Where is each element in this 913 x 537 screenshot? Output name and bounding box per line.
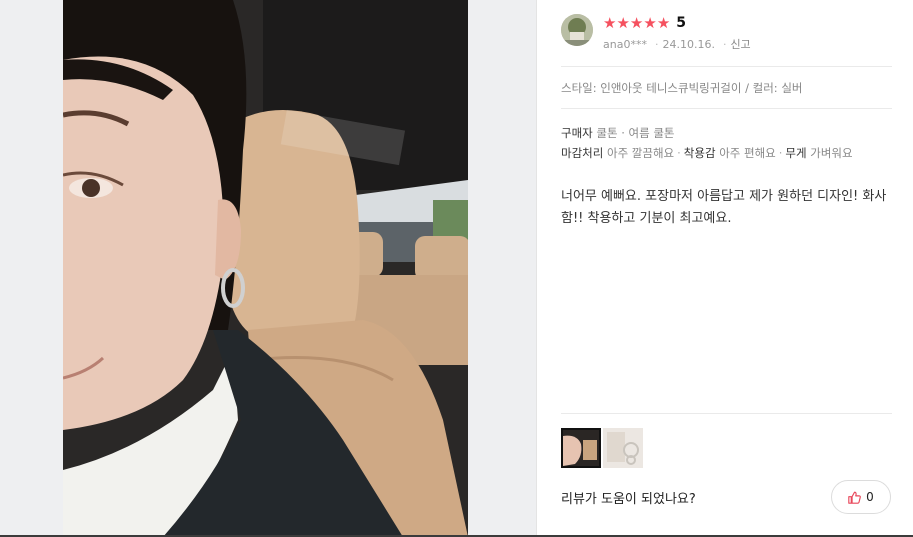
reviewer-name: ana0*** bbox=[603, 38, 647, 51]
review-meta: ana0*** · 24.10.16. · 신고 bbox=[603, 36, 755, 52]
attribute-value: 쿨톤 · 여름 쿨톤 bbox=[596, 126, 675, 140]
attribute-separator: · bbox=[677, 146, 681, 160]
attribute-name: 착용감 bbox=[683, 146, 716, 160]
star-icon: ★ bbox=[616, 14, 630, 32]
avatar-image bbox=[561, 14, 593, 46]
left-gutter bbox=[0, 0, 63, 537]
divider bbox=[561, 66, 892, 67]
review-detail-panel: ★ ★ ★ ★ ★ 5 ana0*** · 24.10.16. · 신고 스타일: 인앤… bbox=[536, 0, 913, 537]
thumbs-up-icon bbox=[848, 491, 862, 504]
divider bbox=[561, 413, 892, 414]
star-icon: ★ bbox=[629, 14, 644, 32]
review-attributes: 구매자 쿨톤 · 여름 쿨톤 마감처리 아주 깔끔해요 · 착용감 아주 편해요 · 무… bbox=[561, 123, 853, 163]
like-button[interactable]: 0 bbox=[831, 480, 891, 514]
thumbnail-image bbox=[563, 430, 599, 466]
review-date: 24.10.16. bbox=[662, 38, 715, 51]
purchased-option: 스타일: 인앤아웃 테니스큐빅링귀걸이 / 컬러: 실버 bbox=[561, 81, 803, 95]
avatar[interactable] bbox=[561, 14, 593, 46]
like-count: 0 bbox=[866, 490, 874, 504]
review-thumbnails bbox=[561, 428, 643, 468]
attribute-separator: · bbox=[778, 146, 783, 160]
star-icon: ★ bbox=[656, 14, 671, 32]
star-icon: ★ bbox=[603, 14, 617, 32]
star-icon: ★ bbox=[643, 14, 657, 32]
attribute-row: 마감처리 아주 깔끔해요 · 착용감 아주 편해요 · 무게 가벼워요 bbox=[561, 143, 853, 163]
report-link[interactable]: 신고 bbox=[730, 38, 750, 51]
review-header: ★ ★ ★ ★ ★ 5 ana0*** · 24.10.16. · 신고 bbox=[561, 14, 891, 54]
rating-score: 5 bbox=[676, 15, 687, 31]
attribute-name: 무게 bbox=[785, 146, 807, 160]
review-photo-image bbox=[63, 0, 468, 537]
attribute-value: 가벼워요 bbox=[810, 146, 853, 160]
thumbnail-image bbox=[603, 428, 643, 468]
rating-stars: ★ ★ ★ ★ ★ 5 bbox=[603, 15, 686, 31]
helpful-question: 리뷰가 도움이 되었나요? bbox=[561, 492, 696, 507]
attribute-name: 구매자 bbox=[561, 126, 593, 140]
attribute-name: 마감처리 bbox=[561, 146, 604, 160]
thumbnail-selected[interactable] bbox=[561, 428, 601, 468]
divider bbox=[561, 108, 892, 109]
attribute-row: 구매자 쿨톤 · 여름 쿨톤 bbox=[561, 123, 853, 143]
attribute-value: 아주 깔끔해요 bbox=[606, 146, 675, 160]
review-body: 너어무 예뻐요. 포장마저 아름답고 제가 원하던 디자인! 화사함!! 착용하… bbox=[561, 189, 887, 226]
meta-separator: · bbox=[722, 38, 727, 51]
thumbnail[interactable] bbox=[603, 428, 643, 468]
meta-separator: · bbox=[654, 38, 659, 51]
attribute-value: 아주 편해요 bbox=[719, 146, 776, 160]
review-photo-large[interactable] bbox=[63, 0, 468, 537]
photo-gutter bbox=[468, 0, 536, 537]
